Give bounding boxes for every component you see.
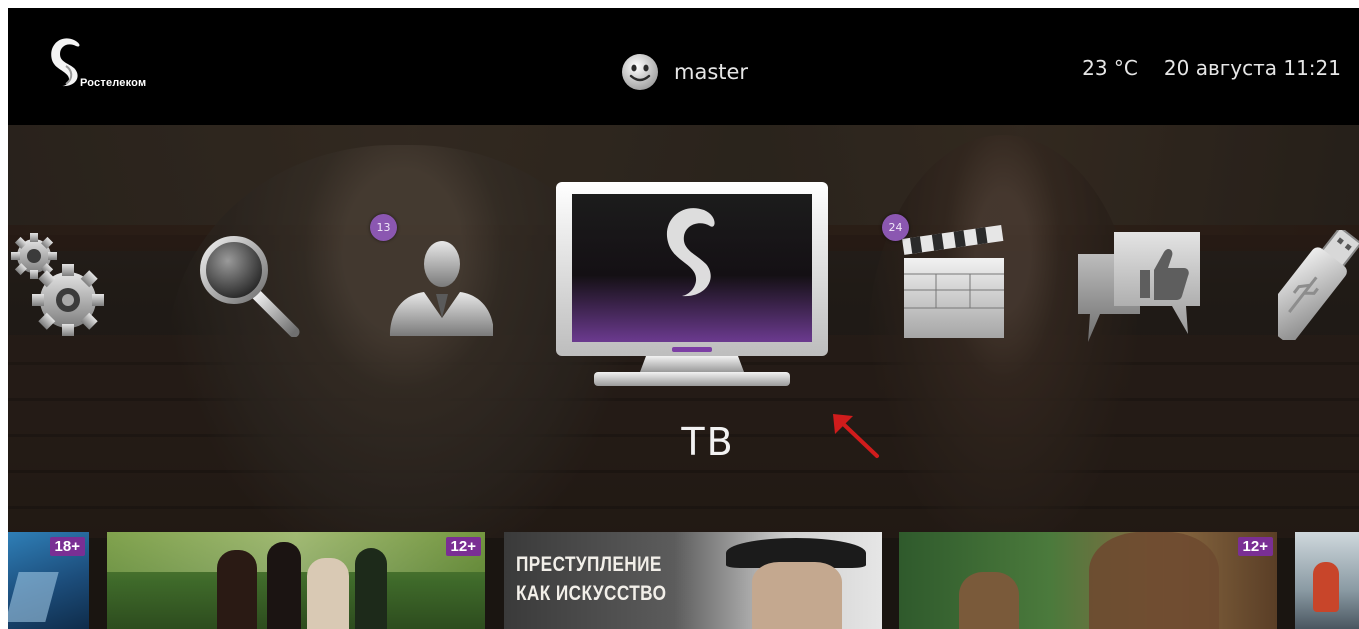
date: 20 августа xyxy=(1163,56,1277,80)
user-profile[interactable]: master xyxy=(620,52,748,92)
gears-icon xyxy=(11,233,104,336)
menu-item-search[interactable] xyxy=(196,232,301,338)
poster-card[interactable]: 18+ xyxy=(8,532,89,629)
poster-title: ПРЕСТУПЛЕНИЕ КАК ИСКУССТВО xyxy=(516,550,666,608)
poster-card[interactable]: 12+ xyxy=(107,532,485,629)
rostelecom-logo: Ростелеком xyxy=(46,36,206,106)
video-badge: 24 xyxy=(882,214,909,241)
poster-title-line: ПРЕСТУПЛЕНИЕ xyxy=(516,553,662,576)
smiley-icon xyxy=(622,54,658,90)
age-rating-badge: 12+ xyxy=(1237,537,1273,556)
tv-icon xyxy=(556,182,828,386)
logo-text: Ростелеком xyxy=(80,77,147,89)
menu-item-profile[interactable]: 13 xyxy=(368,214,493,344)
temperature: 23 °C xyxy=(1082,56,1138,80)
annotation-arrow-icon xyxy=(833,414,879,458)
age-rating-badge: 12+ xyxy=(445,537,481,556)
magnifier-icon xyxy=(200,236,300,338)
menu-item-usb[interactable] xyxy=(1260,226,1359,344)
usb-icon xyxy=(1260,226,1359,344)
menu-item-video[interactable]: 24 xyxy=(880,212,1004,340)
poster-card[interactable]: 12+ xyxy=(899,532,1277,629)
screen: Ростелеком master 23 °C 20 августа 11:21 xyxy=(8,8,1359,629)
poster-card[interactable] xyxy=(1295,532,1359,629)
poster-card[interactable]: ПРЕСТУПЛЕНИЕ КАК ИСКУССТВО xyxy=(504,532,882,629)
menu-item-settings[interactable] xyxy=(10,230,106,340)
posters-row: 18+ 12+ ПРЕСТУПЛЕНИЕ КАК ИСКУССТВО 12+ xyxy=(8,532,1359,629)
profile-badge: 13 xyxy=(370,214,397,241)
clock: 20 августа 11:21 xyxy=(1164,56,1341,80)
menu-item-social[interactable] xyxy=(1076,226,1206,344)
selected-menu-label: ТВ xyxy=(681,420,735,464)
username: master xyxy=(674,60,749,84)
status-area: 23 °C 20 августа 11:21 xyxy=(1082,56,1341,80)
time: 11:21 xyxy=(1283,56,1341,80)
age-rating-badge: 18+ xyxy=(49,537,85,556)
top-bar: Ростелеком master 23 °C 20 августа 11:21 xyxy=(8,8,1359,125)
like-bubble-icon xyxy=(1078,232,1200,342)
menu-item-tv[interactable] xyxy=(554,180,830,394)
poster-title-line: КАК ИСКУССТВО xyxy=(516,582,667,605)
